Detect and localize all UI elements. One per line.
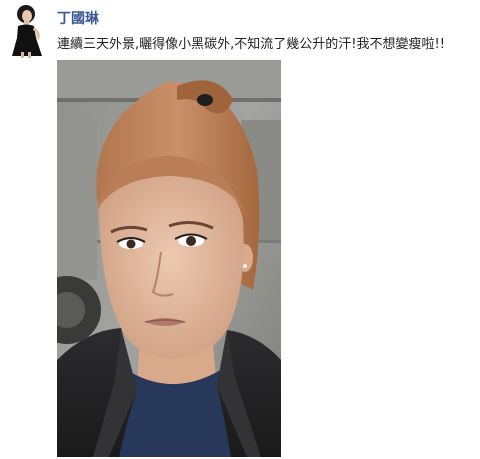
- post-photo[interactable]: [57, 60, 281, 457]
- selfie-photo-icon: [57, 60, 281, 457]
- post-message: 連續三天外景,曬得像小黑碳外,不知流了幾公升的汗!我不想變瘦啦!!: [57, 37, 445, 52]
- author-name-link[interactable]: 丁國琳: [57, 8, 99, 28]
- author-avatar[interactable]: [2, 2, 50, 58]
- feed-post: 丁國琳 連續三天外景,曬得像小黑碳外,不知流了幾公升的汗!我不想變瘦啦!!: [0, 0, 480, 459]
- avatar-portrait-icon: [2, 2, 50, 58]
